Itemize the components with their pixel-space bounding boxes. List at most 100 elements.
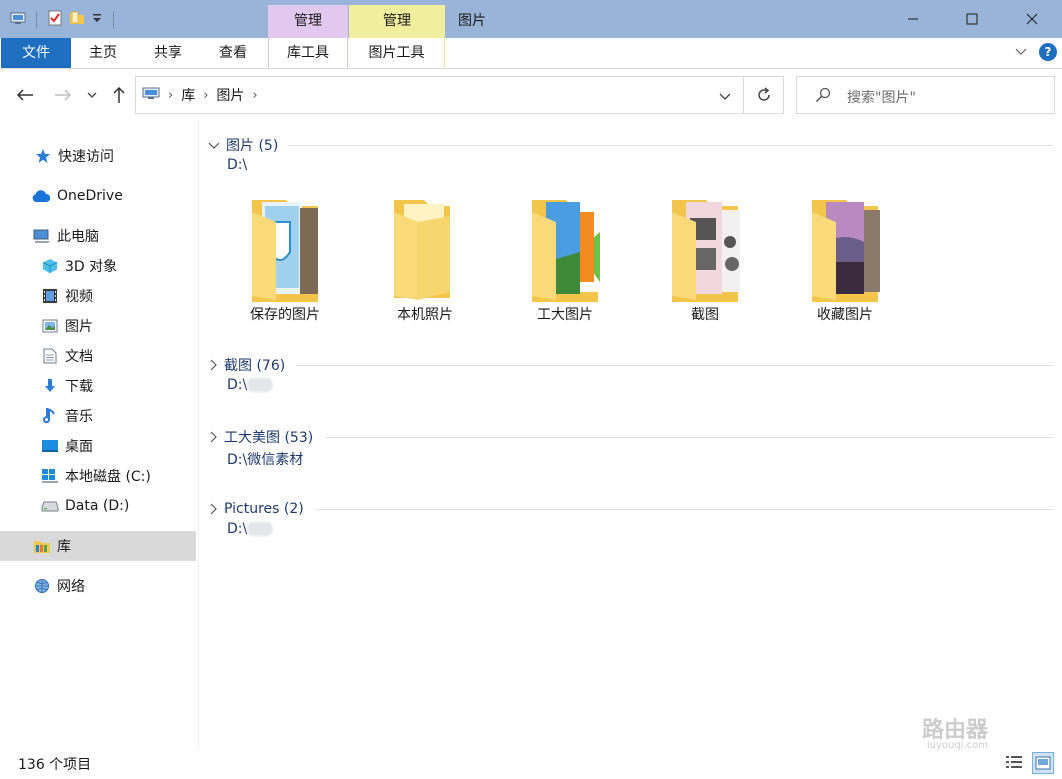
breadcrumb-library[interactable]: 库 bbox=[181, 85, 195, 105]
download-icon bbox=[41, 377, 59, 395]
toolbar-separator bbox=[113, 11, 114, 29]
chevron-down-icon bbox=[208, 142, 220, 149]
sidebar-item-desktop[interactable]: 桌面 bbox=[0, 431, 196, 461]
close-button[interactable] bbox=[1002, 0, 1062, 38]
library-location-icon bbox=[142, 86, 160, 104]
sidebar-item-onedrive[interactable]: OneDrive bbox=[0, 181, 196, 211]
folder-thumbnail-icon bbox=[252, 200, 318, 302]
close-icon bbox=[1026, 13, 1038, 25]
folder-label: 截图 bbox=[691, 307, 719, 323]
tab-home[interactable]: 主页 bbox=[72, 38, 134, 68]
cloud-icon bbox=[31, 187, 51, 205]
customize-toolbar-icon[interactable] bbox=[91, 12, 103, 28]
sidebar-item-label: 库 bbox=[57, 539, 71, 555]
folder-university-pictures[interactable]: 工大图片 bbox=[510, 192, 620, 332]
context-tab-manage-library[interactable]: 管理 bbox=[268, 5, 348, 38]
refresh-icon bbox=[757, 87, 770, 101]
tab-library-tools[interactable]: 库工具 bbox=[268, 38, 348, 68]
minimize-icon bbox=[908, 18, 918, 20]
maximize-button[interactable] bbox=[942, 0, 1002, 38]
ribbon-tabs: 文件 主页 共享 查看 库工具 图片工具 ? bbox=[0, 38, 1062, 69]
cube-icon bbox=[41, 257, 59, 275]
file-view: 图片 (5) D:\ 保存的图片 本机照片 工大图片 截图 收藏图片 截图 (7… bbox=[200, 120, 1062, 748]
group-title: Pictures (2) bbox=[224, 501, 304, 517]
watermark: 路由器 luyouqi.com bbox=[922, 712, 988, 751]
group-title: 图片 (5) bbox=[226, 138, 279, 154]
sidebar-item-label: 音乐 bbox=[65, 409, 93, 425]
sidebar-item-label: Data (D:) bbox=[65, 498, 130, 514]
computer-icon bbox=[33, 227, 51, 245]
sidebar-item-quick-access[interactable]: 快速访问 bbox=[0, 141, 196, 171]
sidebar-item-videos[interactable]: 视频 bbox=[0, 281, 196, 311]
sidebar-item-label: 下载 bbox=[65, 379, 93, 395]
group-header[interactable]: 截图 (76) bbox=[208, 355, 285, 375]
group-path: D:\ bbox=[227, 157, 248, 173]
forward-button[interactable] bbox=[52, 84, 74, 106]
sidebar-item-libraries[interactable]: 库 bbox=[0, 531, 196, 561]
new-folder-icon[interactable] bbox=[69, 10, 85, 30]
sidebar-item-label: 本地磁盘 (C:) bbox=[65, 469, 151, 485]
sidebar-item-label: 桌面 bbox=[65, 439, 93, 455]
large-icons-view-button[interactable] bbox=[1032, 752, 1054, 774]
sidebar-item-3d-objects[interactable]: 3D 对象 bbox=[0, 251, 196, 281]
sidebar-item-label: 3D 对象 bbox=[65, 259, 118, 275]
maximize-icon bbox=[966, 13, 978, 25]
window-icon[interactable] bbox=[10, 11, 26, 29]
folder-screenshots[interactable]: 截图 bbox=[650, 192, 760, 332]
tab-view[interactable]: 查看 bbox=[202, 38, 264, 68]
search-box[interactable]: 搜索"图片" bbox=[796, 76, 1055, 114]
folder-thumbnail-icon bbox=[672, 200, 740, 302]
minimize-button[interactable] bbox=[883, 0, 943, 38]
group-path: D:\ bbox=[227, 377, 274, 393]
item-count: 136 个项目 bbox=[18, 757, 92, 773]
group-header[interactable]: Pictures (2) bbox=[208, 499, 304, 519]
address-history-dropdown[interactable] bbox=[719, 89, 731, 105]
group-divider bbox=[316, 509, 1053, 510]
drive-icon bbox=[41, 497, 59, 515]
up-button[interactable] bbox=[108, 84, 130, 106]
address-bar[interactable]: › 库 › 图片 › bbox=[135, 76, 744, 114]
redacted-blur bbox=[247, 378, 274, 392]
tab-picture-tools[interactable]: 图片工具 bbox=[349, 38, 445, 68]
folder-icon bbox=[394, 200, 450, 300]
sidebar-item-this-pc[interactable]: 此电脑 bbox=[0, 221, 196, 251]
sidebar-item-network[interactable]: 网络 bbox=[0, 571, 196, 601]
recent-locations-button[interactable] bbox=[83, 84, 101, 106]
sidebar-item-data-d[interactable]: Data (D:) bbox=[0, 491, 196, 521]
back-button[interactable] bbox=[14, 84, 36, 106]
context-tab-manage-pictures[interactable]: 管理 bbox=[349, 5, 445, 38]
group-header[interactable]: 工大美图 (53) bbox=[208, 427, 313, 447]
breadcrumb-pictures[interactable]: 图片 bbox=[216, 85, 244, 105]
breadcrumb-separator-icon[interactable]: › bbox=[203, 88, 208, 103]
help-icon[interactable]: ? bbox=[1039, 43, 1057, 61]
navigation-pane: 快速访问 OneDrive 此电脑 3D 对象 视频 图片 文档 下载 音乐 桌… bbox=[0, 120, 199, 748]
expand-ribbon-icon[interactable] bbox=[1014, 46, 1028, 62]
refresh-button[interactable] bbox=[744, 76, 784, 114]
chevron-down-icon bbox=[719, 93, 731, 100]
folder-local-photos[interactable]: 本机照片 bbox=[370, 192, 480, 332]
breadcrumb-separator-icon[interactable]: › bbox=[168, 88, 173, 103]
search-placeholder: 搜索"图片" bbox=[847, 90, 916, 106]
sidebar-item-downloads[interactable]: 下载 bbox=[0, 371, 196, 401]
group-path: D:\微信素材 bbox=[227, 452, 304, 468]
folder-label: 收藏图片 bbox=[817, 307, 873, 323]
tab-file[interactable]: 文件 bbox=[1, 38, 71, 68]
details-view-button[interactable] bbox=[1005, 754, 1023, 776]
folder-saved-pictures[interactable]: 保存的图片 bbox=[230, 192, 340, 332]
group-header[interactable]: 图片 (5) bbox=[208, 135, 278, 155]
sidebar-item-local-disk-c[interactable]: 本地磁盘 (C:) bbox=[0, 461, 196, 491]
folder-label: 保存的图片 bbox=[250, 307, 320, 323]
breadcrumb-separator-icon[interactable]: › bbox=[252, 88, 257, 103]
folder-thumbnail-icon bbox=[812, 200, 880, 302]
sidebar-item-music[interactable]: 音乐 bbox=[0, 401, 196, 431]
properties-icon[interactable] bbox=[47, 10, 63, 30]
tab-share[interactable]: 共享 bbox=[137, 38, 199, 68]
navigation-bar: › 库 › 图片 › 搜索"图片" bbox=[0, 70, 1062, 120]
chevron-right-icon bbox=[210, 503, 217, 515]
sidebar-item-documents[interactable]: 文档 bbox=[0, 341, 196, 371]
library-icon bbox=[33, 537, 51, 555]
chevron-right-icon bbox=[210, 431, 217, 443]
film-icon bbox=[41, 287, 59, 305]
folder-favorite-pictures[interactable]: 收藏图片 bbox=[790, 192, 900, 332]
sidebar-item-pictures[interactable]: 图片 bbox=[0, 311, 196, 341]
